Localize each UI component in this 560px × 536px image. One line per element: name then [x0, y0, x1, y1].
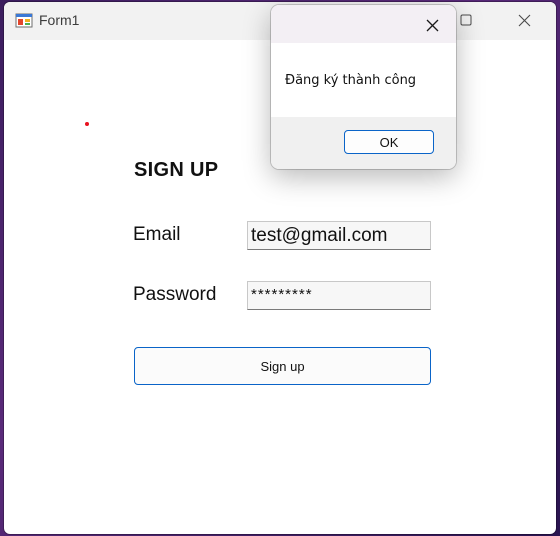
- dialog-footer: OK: [271, 117, 456, 169]
- signup-button[interactable]: Sign up: [134, 347, 431, 385]
- email-label: Email: [133, 224, 181, 245]
- window-title: Form1: [39, 12, 80, 28]
- dialog-message: Đăng ký thành công: [285, 73, 417, 88]
- message-box-dialog: Đăng ký thành công OK: [271, 5, 456, 169]
- app-icon[interactable]: [15, 11, 33, 29]
- page-title: SIGN UP: [134, 159, 219, 181]
- dialog-close-button[interactable]: [418, 13, 448, 39]
- maximize-icon: [460, 14, 472, 26]
- close-icon: [518, 14, 531, 27]
- password-label: Password: [133, 284, 217, 305]
- password-field[interactable]: *********: [247, 281, 431, 310]
- red-dot-marker: [85, 122, 89, 126]
- close-button[interactable]: [502, 2, 548, 40]
- dialog-title-bar[interactable]: [271, 5, 456, 43]
- ok-button[interactable]: OK: [344, 130, 434, 154]
- email-field[interactable]: test@gmail.com: [247, 221, 431, 250]
- close-icon: [426, 19, 439, 32]
